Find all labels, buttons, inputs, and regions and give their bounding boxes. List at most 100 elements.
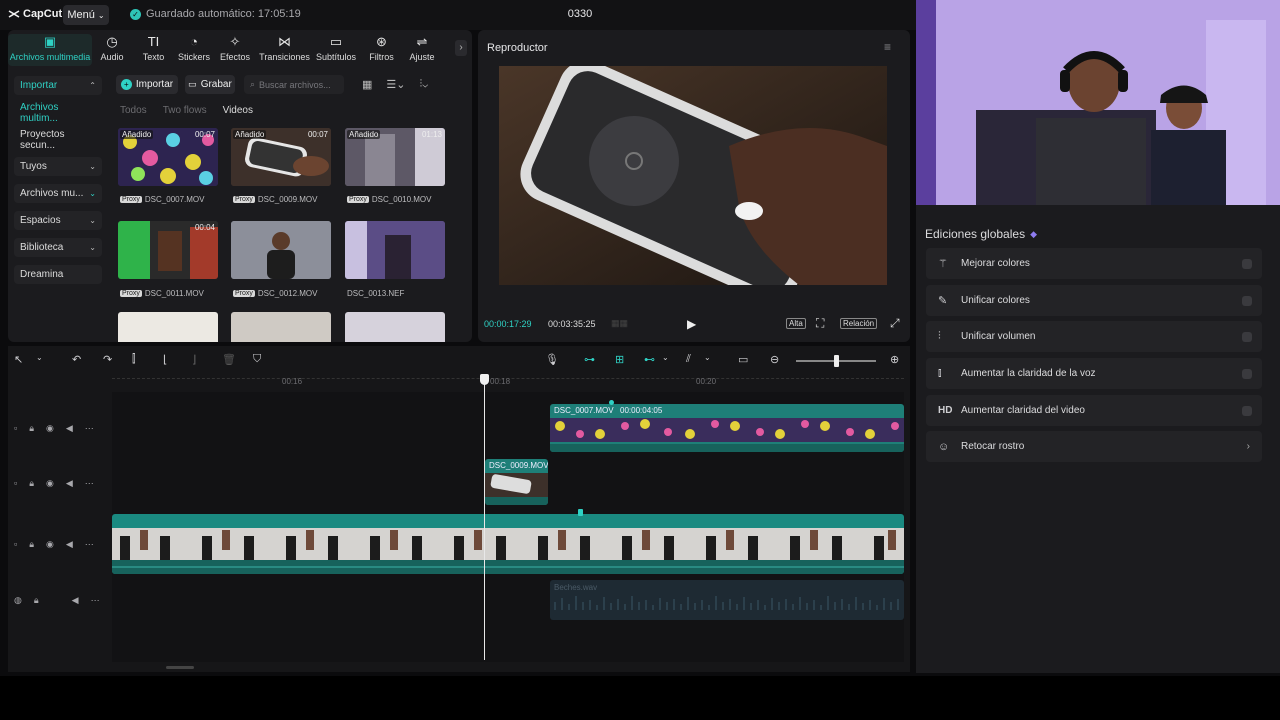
record-button[interactable]: ▭ Grabar [185, 75, 235, 94]
filter-videos[interactable]: Videos [223, 105, 253, 116]
media-thumb-dsc0011[interactable]: 00:04 [118, 221, 218, 279]
link-icon[interactable]: ⊷ [644, 353, 655, 366]
zoom-out-icon[interactable]: ⊖ [770, 353, 779, 366]
auto-snap-icon[interactable]: ⊞ [615, 353, 624, 366]
tab-transitions[interactable]: ⋈ Transiciones [257, 34, 312, 66]
keyframe-marker[interactable] [578, 509, 583, 516]
preview-axis-icon[interactable]: ⫽ [686, 353, 691, 366]
speaker-icon[interactable]: ◀︎ [66, 423, 73, 434]
select-cursor-icon[interactable]: ↖ [14, 353, 23, 366]
shield-icon[interactable]: ⛉ [253, 353, 261, 366]
eye-icon[interactable]: ◉ [46, 423, 54, 434]
tab-stickers[interactable]: ◔ Stickers [175, 34, 213, 66]
quality-button[interactable]: Alta [786, 318, 806, 329]
timeline-clip-dsc0009[interactable]: DSC_0009.MOV [485, 459, 548, 505]
speaker-icon[interactable]: ◀︎ [66, 539, 73, 550]
chevron-down-icon[interactable]: ⌄ [36, 353, 43, 362]
timeline-scrollbar[interactable] [166, 666, 194, 669]
tab-text[interactable]: TI Texto [132, 34, 175, 66]
grid-view-icon[interactable]: ▦ [362, 78, 372, 91]
filter-two-flows[interactable]: Two flows [163, 105, 207, 116]
undo-icon[interactable]: ↶ [72, 353, 81, 366]
sidebar-item-media-files[interactable]: Archivos multim... [14, 102, 102, 124]
main-video-track-clip[interactable] [112, 514, 904, 574]
lock-icon[interactable]: 🔒︎ [34, 595, 39, 606]
global-row-face-retouch[interactable]: ☺ Retocar rostro › [926, 431, 1262, 462]
global-row-unify-volume[interactable]: ⫶ Unificar volumen [926, 321, 1262, 352]
tab-adjust[interactable]: ⇌ Ajuste [403, 34, 441, 66]
more-icon[interactable]: ⋯ [85, 423, 94, 434]
menu-button[interactable]: Menú ⌄ [63, 5, 109, 25]
import-button[interactable]: + Importar [116, 75, 178, 94]
sidebar-item-media-cloud[interactable]: Archivos mu... ⌄ [14, 184, 102, 203]
tab-audio[interactable]: ◷ Audio [92, 34, 132, 66]
tab-subtitles[interactable]: ▭ Subtítulos [312, 34, 360, 66]
sidebar-item-library[interactable]: Biblioteca ⌄ [14, 238, 102, 257]
toggle-switch[interactable] [1242, 258, 1252, 269]
split-icon[interactable]: ⫿ [132, 353, 136, 366]
filter-funnel-icon[interactable]: ⫶⌄ [419, 78, 428, 91]
time-ruler[interactable]: 00:16 00:18 00:20 [112, 374, 904, 388]
sidebar-item-secondary-projects[interactable]: Proyectos secun... [14, 129, 102, 151]
eye-icon[interactable]: ◉ [46, 478, 54, 489]
sidebar-item-yours[interactable]: Tuyos ⌄ [14, 157, 102, 176]
media-thumb-dsc0007[interactable]: Añadido 00:07 [118, 128, 218, 186]
trim-right-icon[interactable]: ⌋ [192, 353, 196, 366]
main-track-magnet-icon[interactable]: ⊶ [584, 353, 595, 366]
chevron-right-icon[interactable]: › [455, 40, 467, 56]
media-thumb-partial[interactable] [118, 312, 218, 342]
more-icon[interactable]: ⋯ [85, 478, 94, 489]
sidebar-item-import[interactable]: Importar ⌃ [14, 76, 102, 95]
video-preview[interactable] [499, 66, 887, 285]
speaker-icon[interactable]: ◀︎ [66, 478, 73, 489]
media-thumb-partial[interactable] [231, 312, 331, 342]
global-row-voice-clarity[interactable]: ⫾ Aumentar la claridad de la voz [926, 358, 1262, 389]
playhead-handle[interactable] [480, 374, 489, 385]
toggle-switch[interactable] [1242, 405, 1252, 416]
chevron-down-icon[interactable]: ⌄ [704, 353, 711, 362]
sort-icon[interactable]: ☰⌄ [386, 78, 405, 91]
crop-frame-icon[interactable]: ⛶ [816, 316, 824, 331]
redo-icon[interactable]: ↷ [103, 353, 112, 366]
trim-left-icon[interactable]: ⌊ [163, 353, 167, 366]
media-thumb-partial[interactable] [345, 312, 445, 342]
media-thumb-dsc0009[interactable]: Añadido 00:07 [231, 128, 331, 186]
playhead-line[interactable] [484, 376, 485, 660]
hamburger-menu-icon[interactable]: ≡ [884, 40, 891, 54]
media-thumb-dsc0012[interactable] [231, 221, 331, 279]
microphone-icon[interactable]: 🎙 [545, 353, 559, 366]
more-icon[interactable]: ⋯ [85, 539, 94, 550]
tab-media[interactable]: ▣ Archivos multimedia [8, 34, 92, 66]
aspect-ratio-button[interactable]: Relación [840, 318, 878, 329]
lock-icon[interactable]: 🔒︎ [29, 478, 34, 489]
play-icon[interactable]: ▶ [687, 317, 696, 331]
search-input[interactable]: ⌕ Buscar archivos... [244, 75, 344, 94]
media-thumb-dsc0013[interactable] [345, 221, 445, 279]
timeline-clip-dsc0007[interactable]: DSC_0007.MOV 00:00:04:05 [550, 404, 904, 452]
global-row-unify-colors[interactable]: ✎ Unificar colores [926, 285, 1262, 316]
chevron-down-icon[interactable]: ⌄ [662, 353, 669, 362]
lock-icon[interactable]: 🔒︎ [29, 423, 34, 434]
more-icon[interactable]: ⋯ [91, 595, 100, 606]
lock-icon[interactable]: 🔒︎ [29, 539, 34, 550]
caption-toggle-icon[interactable]: ▭ [738, 353, 748, 366]
zoom-in-icon[interactable]: ⊕ [890, 353, 899, 366]
toggle-switch[interactable] [1242, 368, 1252, 379]
sidebar-item-dreamina[interactable]: Dreamina [14, 265, 102, 284]
timeline-grid-icon[interactable]: ▦▦ [611, 318, 629, 328]
delete-icon[interactable]: 🗑 [222, 353, 236, 366]
zoom-slider-handle[interactable] [834, 355, 839, 367]
filter-all[interactable]: Todos [120, 105, 147, 116]
speaker-icon[interactable]: ◀︎ [72, 595, 79, 606]
tab-filters[interactable]: ⊛ Filtros [360, 34, 403, 66]
tab-effects[interactable]: ✧ Efectos [213, 34, 257, 66]
timeline-audio-clip[interactable]: Beches.wav [550, 580, 904, 620]
toggle-switch[interactable] [1242, 331, 1252, 342]
keyframe-marker[interactable] [609, 400, 614, 405]
media-thumb-dsc0010[interactable]: Añadido 01:13 [345, 128, 445, 186]
eye-icon[interactable]: ◉ [46, 539, 54, 550]
global-row-video-clarity[interactable]: HD Aumentar claridad del video [926, 395, 1262, 426]
global-row-enhance-colors[interactable]: ⚚ Mejorar colores [926, 248, 1262, 279]
toggle-switch[interactable] [1242, 295, 1252, 306]
fullscreen-icon[interactable]: ⤢ [890, 316, 900, 331]
